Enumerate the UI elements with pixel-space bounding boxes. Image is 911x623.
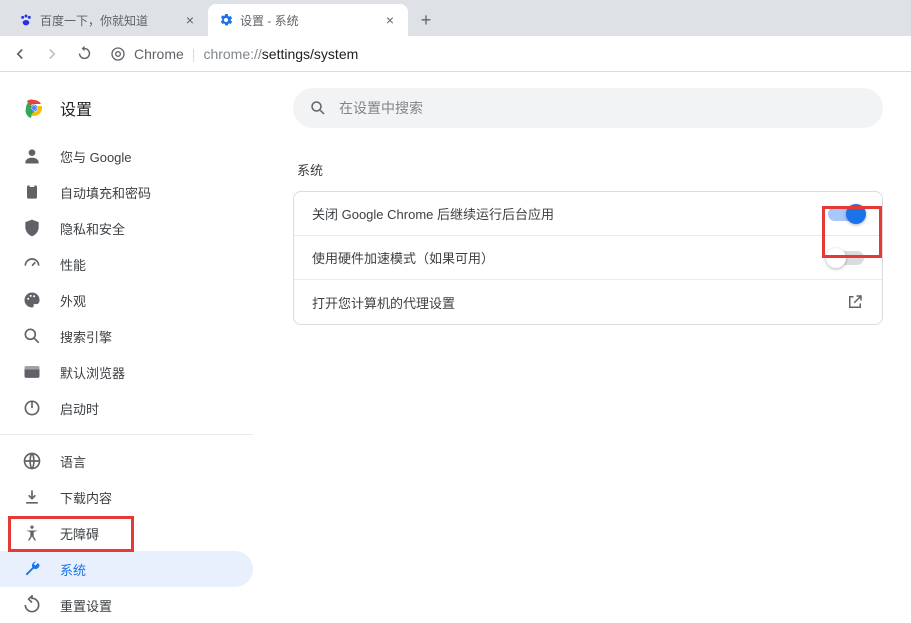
- reload-button[interactable]: [70, 40, 98, 68]
- sidebar-item-on-startup[interactable]: 启动时: [0, 390, 253, 426]
- clipboard-icon: [22, 182, 42, 202]
- forward-button[interactable]: [38, 40, 66, 68]
- brand: 设置: [0, 88, 253, 138]
- system-card: 关闭 Google Chrome 后继续运行后台应用 使用硬件加速模式（如果可用…: [293, 191, 883, 325]
- paw-icon: [18, 12, 34, 28]
- tab-settings[interactable]: 设置 - 系统 ×: [208, 4, 408, 36]
- sidebar: 设置 您与 Google 自动填充和密码 隐私和安全 性能 外观: [0, 72, 253, 589]
- sidebar-item-label: 外观: [60, 291, 86, 310]
- row-label: 使用硬件加速模式（如果可用）: [312, 248, 828, 267]
- tab-title: 百度一下，你就知道: [40, 12, 176, 29]
- new-tab-button[interactable]: +: [412, 6, 440, 34]
- address-url: chrome://settings/system: [203, 46, 358, 62]
- chrome-logo-icon: [22, 96, 46, 120]
- toggle-hardware-accel[interactable]: [828, 251, 864, 265]
- restore-icon: [22, 595, 42, 615]
- row-label: 打开您计算机的代理设置: [312, 293, 846, 312]
- browser-icon: [22, 362, 42, 382]
- settings-page: 设置 您与 Google 自动填充和密码 隐私和安全 性能 外观: [0, 72, 911, 589]
- sidebar-item-label: 系统: [60, 560, 86, 579]
- sidebar-item-appearance[interactable]: 外观: [0, 282, 253, 318]
- shield-icon: [22, 218, 42, 238]
- page-title: 设置: [60, 96, 92, 120]
- sidebar-item-autofill[interactable]: 自动填充和密码: [0, 174, 253, 210]
- sidebar-item-system[interactable]: 系统: [0, 551, 253, 587]
- back-button[interactable]: [6, 40, 34, 68]
- sidebar-item-label: 重置设置: [60, 596, 112, 615]
- tab-baidu[interactable]: 百度一下，你就知道 ×: [8, 4, 208, 36]
- sidebar-item-label: 无障碍: [60, 524, 99, 543]
- row-label: 关闭 Google Chrome 后继续运行后台应用: [312, 204, 828, 223]
- globe-icon: [22, 451, 42, 471]
- sidebar-item-languages[interactable]: 语言: [0, 443, 253, 479]
- palette-icon: [22, 290, 42, 310]
- speedometer-icon: [22, 254, 42, 274]
- sidebar-item-reset[interactable]: 重置设置: [0, 587, 253, 623]
- power-icon: [22, 398, 42, 418]
- sidebar-item-label: 语言: [60, 452, 86, 471]
- external-link-icon: [846, 293, 864, 311]
- sidebar-item-you-and-google[interactable]: 您与 Google: [0, 138, 253, 174]
- row-proxy[interactable]: 打开您计算机的代理设置: [294, 280, 882, 324]
- toggle-background-apps[interactable]: [828, 207, 864, 221]
- sidebar-item-label: 下载内容: [60, 488, 112, 507]
- sidebar-item-downloads[interactable]: 下载内容: [0, 479, 253, 515]
- browser-toolbar: Chrome | chrome://settings/system: [0, 36, 911, 72]
- section-title: 系统: [297, 160, 883, 179]
- sidebar-item-performance[interactable]: 性能: [0, 246, 253, 282]
- search-input[interactable]: [339, 100, 867, 116]
- close-icon[interactable]: ×: [182, 12, 198, 28]
- sidebar-item-default-browser[interactable]: 默认浏览器: [0, 354, 253, 390]
- download-icon: [22, 487, 42, 507]
- row-background-apps[interactable]: 关闭 Google Chrome 后继续运行后台应用: [294, 192, 882, 236]
- gear-icon: [218, 12, 234, 28]
- browser-tabbar: 百度一下，你就知道 × 设置 - 系统 × +: [0, 0, 911, 36]
- tab-title: 设置 - 系统: [240, 12, 376, 29]
- sidebar-item-label: 隐私和安全: [60, 219, 125, 238]
- address-bar[interactable]: Chrome | chrome://settings/system: [110, 46, 358, 62]
- search-icon: [309, 99, 327, 117]
- sidebar-item-label: 您与 Google: [60, 147, 132, 166]
- address-label: Chrome: [134, 46, 184, 62]
- sidebar-item-label: 搜索引擎: [60, 327, 112, 346]
- main-content: 系统 关闭 Google Chrome 后继续运行后台应用 使用硬件加速模式（如…: [253, 72, 911, 589]
- chrome-icon: [110, 46, 126, 62]
- row-hardware-accel[interactable]: 使用硬件加速模式（如果可用）: [294, 236, 882, 280]
- sidebar-item-search-engine[interactable]: 搜索引擎: [0, 318, 253, 354]
- sidebar-item-privacy[interactable]: 隐私和安全: [0, 210, 253, 246]
- sidebar-nav: 您与 Google 自动填充和密码 隐私和安全 性能 外观 搜索引擎: [0, 138, 253, 623]
- search-icon: [22, 326, 42, 346]
- sidebar-item-label: 默认浏览器: [60, 363, 125, 382]
- divider: [0, 434, 253, 435]
- sidebar-item-label: 启动时: [60, 399, 99, 418]
- accessibility-icon: [22, 523, 42, 543]
- sidebar-item-label: 自动填充和密码: [60, 183, 151, 202]
- settings-search[interactable]: [293, 88, 883, 128]
- person-icon: [22, 146, 42, 166]
- sidebar-item-label: 性能: [60, 255, 86, 274]
- wrench-icon: [22, 559, 42, 579]
- close-icon[interactable]: ×: [382, 12, 398, 28]
- sidebar-item-accessibility[interactable]: 无障碍: [0, 515, 253, 551]
